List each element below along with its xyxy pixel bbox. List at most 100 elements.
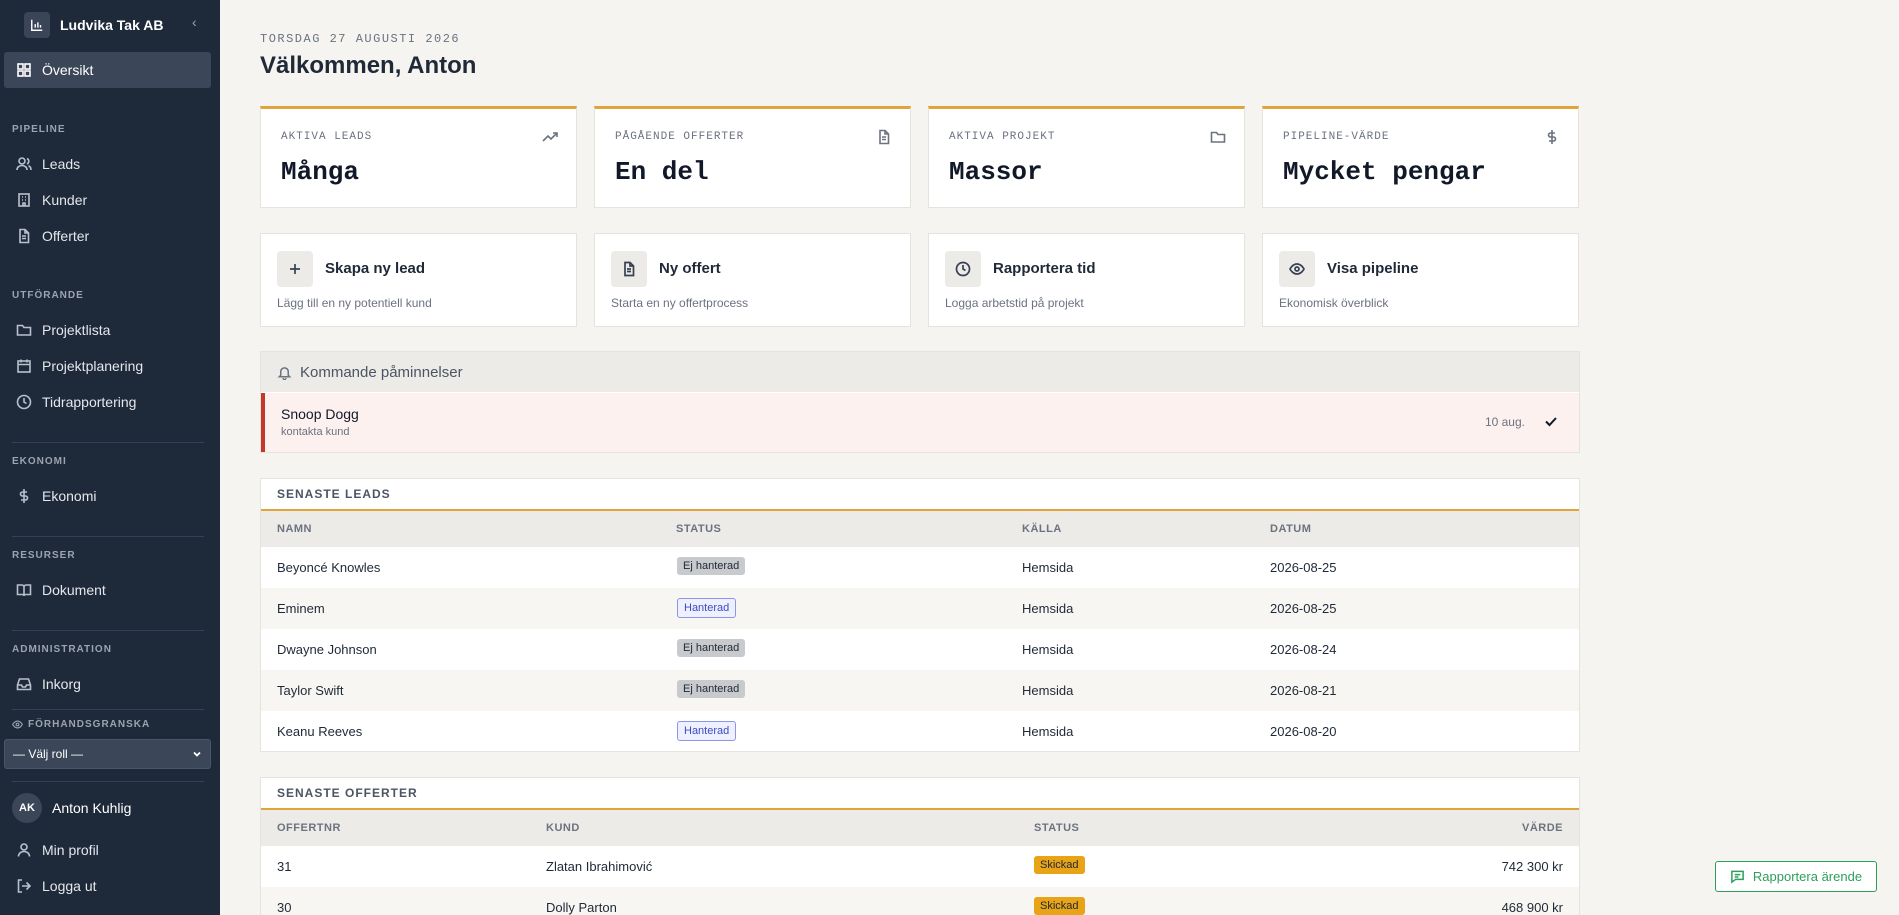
sidebar-item-project-planning[interactable]: Projektplanering <box>4 348 211 384</box>
action-subtitle: Ekonomisk överblick <box>1279 296 1389 310</box>
bell-icon <box>277 366 292 380</box>
grid-icon <box>17 63 31 77</box>
table-row[interactable]: Eminem Hanterad Hemsida 2026-08-25 <box>261 588 1579 629</box>
lead-date: 2026-08-20 <box>1270 724 1337 739</box>
preview-label-text: FÖRHANDSGRANSKA <box>28 719 151 730</box>
sidebar-item-overview[interactable]: Översikt <box>4 52 211 88</box>
table-row[interactable]: 31 Zlatan Ibrahimović Skickad 742 300 kr <box>261 846 1579 887</box>
chevron-down-icon <box>193 751 201 757</box>
clock-icon <box>16 394 32 410</box>
reminder-note: kontakta kund <box>281 426 350 438</box>
latest-offers-panel: SENASTE OFFERTER OFFERTNR KUND STATUS VÄ… <box>260 777 1580 915</box>
stat-card-pipeline-value[interactable]: PIPELINE-VÄRDE Mycket pengar <box>1262 106 1579 208</box>
action-report-time[interactable]: Rapportera tid Logga arbetstid på projek… <box>928 233 1245 327</box>
section-title-admin: ADMINISTRATION <box>12 644 112 655</box>
sidebar-item-project-list[interactable]: Projektlista <box>4 312 211 348</box>
sidebar-item-inbox[interactable]: Inkorg <box>4 666 211 702</box>
inbox-icon <box>16 678 32 691</box>
dollar-icon <box>19 489 29 503</box>
user-icon <box>17 843 31 857</box>
dollar-icon <box>1547 130 1557 144</box>
company-name: Ludvika Tak AB <box>60 17 164 33</box>
table-row[interactable]: 30 Dolly Parton Skickad 468 900 kr <box>261 887 1579 915</box>
sidebar-item-profile[interactable]: Min profil <box>4 832 211 868</box>
latest-leads-panel: SENASTE LEADS NAMN STATUS KÄLLA DATUM Be… <box>260 478 1580 752</box>
check-icon[interactable] <box>1543 413 1559 429</box>
action-subtitle: Starta en ny offertprocess <box>611 296 749 310</box>
action-new-offer[interactable]: Ny offert Starta en ny offertprocess <box>594 233 911 327</box>
status-badge: Ej hanterad <box>677 639 746 657</box>
sidebar-item-label: Projektplanering <box>42 358 144 374</box>
sidebar-item-label: Ekonomi <box>42 488 97 504</box>
user-info: AK Anton Kuhlig <box>12 793 131 823</box>
action-view-pipeline[interactable]: Visa pipeline Ekonomisk överblick <box>1262 233 1579 327</box>
column-header: NAMN <box>277 523 312 535</box>
folder-icon <box>16 324 32 336</box>
building-icon <box>18 193 30 207</box>
lead-source: Hemsida <box>1022 724 1074 739</box>
offer-value: 468 900 kr <box>1501 900 1563 915</box>
bar-chart-icon <box>24 12 50 38</box>
stat-card-active-leads[interactable]: AKTIVA LEADS Många <box>260 106 577 208</box>
sidebar-item-logout[interactable]: Logga ut <box>4 868 211 904</box>
lead-date: 2026-08-25 <box>1270 560 1337 575</box>
sidebar-item-customers[interactable]: Kunder <box>4 182 211 218</box>
role-select[interactable]: — Välj roll — <box>4 739 211 769</box>
column-header: DATUM <box>1270 523 1312 535</box>
sidebar-item-leads[interactable]: Leads <box>4 146 211 182</box>
column-header: KUND <box>546 822 580 834</box>
table-row[interactable]: Taylor Swift Ej hanterad Hemsida 2026-08… <box>261 670 1579 711</box>
sidebar-item-label: Leads <box>42 156 81 172</box>
table-row[interactable]: Beyoncé Knowles Ej hanterad Hemsida 2026… <box>261 547 1579 588</box>
table-row[interactable]: Dwayne Johnson Ej hanterad Hemsida 2026-… <box>261 629 1579 670</box>
message-icon <box>1731 870 1744 884</box>
preview-label: FÖRHANDSGRANSKA <box>12 719 150 730</box>
avatar: AK <box>12 793 42 823</box>
offer-customer: Dolly Parton <box>546 900 617 915</box>
sidebar-item-time-reporting[interactable]: Tidrapportering <box>4 384 211 420</box>
book-icon <box>16 584 32 597</box>
stat-value: Många <box>281 157 360 187</box>
lead-date: 2026-08-25 <box>1270 601 1337 616</box>
report-issue-label: Rapportera ärende <box>1752 869 1863 884</box>
action-create-lead[interactable]: Skapa ny lead Lägg till en ny potentiell… <box>260 233 577 327</box>
stat-label: AKTIVA LEADS <box>281 131 373 143</box>
user-name: Anton Kuhlig <box>52 800 132 816</box>
status-badge: Skickad <box>1034 856 1085 874</box>
sidebar-item-offers[interactable]: Offerter <box>4 218 211 254</box>
stat-card-active-projects[interactable]: AKTIVA PROJEKT Massor <box>928 106 1245 208</box>
sidebar-item-label: Dokument <box>42 582 106 598</box>
folder-icon <box>1210 131 1226 143</box>
sidebar: Ludvika Tak AB ‹ Översikt PIPELINE Leads… <box>0 0 220 915</box>
column-header: STATUS <box>676 523 722 535</box>
eye-icon <box>1279 251 1315 287</box>
reminders-header: Kommande påminnelser <box>261 352 1579 392</box>
trending-up-icon <box>542 132 558 142</box>
table-row[interactable]: Keanu Reeves Hanterad Hemsida 2026-08-20 <box>261 711 1579 752</box>
sidebar-item-label: Översikt <box>42 62 94 78</box>
status-badge: Ej hanterad <box>677 680 746 698</box>
reminder-item[interactable]: Snoop Dogg kontakta kund 10 aug. <box>261 393 1579 452</box>
plus-icon <box>277 251 313 287</box>
action-subtitle: Lägg till en ny potentiell kund <box>277 296 432 310</box>
offer-number: 31 <box>277 859 292 874</box>
panel-title: SENASTE LEADS <box>261 479 1579 511</box>
stat-card-ongoing-offers[interactable]: PÅGÅENDE OFFERTER En del <box>594 106 911 208</box>
status-badge: Ej hanterad <box>677 557 746 575</box>
column-header: KÄLLA <box>1022 523 1062 535</box>
reminders-title: Kommande påminnelser <box>300 363 463 381</box>
collapse-sidebar-icon[interactable]: ‹ <box>192 14 197 30</box>
sidebar-item-economy[interactable]: Ekonomi <box>4 478 211 514</box>
brand[interactable]: Ludvika Tak AB <box>24 12 163 38</box>
lead-name: Beyoncé Knowles <box>277 560 381 575</box>
reminder-date: 10 aug. <box>1484 415 1525 429</box>
sidebar-item-documents[interactable]: Dokument <box>4 572 211 608</box>
lead-source: Hemsida <box>1022 601 1074 616</box>
users-icon <box>16 157 32 171</box>
lead-source: Hemsida <box>1022 683 1074 698</box>
report-issue-button[interactable]: Rapportera ärende <box>1715 861 1877 892</box>
column-header: STATUS <box>1034 822 1080 834</box>
lead-source: Hemsida <box>1022 560 1074 575</box>
column-header: OFFERTNR <box>277 822 341 834</box>
lead-name: Keanu Reeves <box>277 724 363 739</box>
